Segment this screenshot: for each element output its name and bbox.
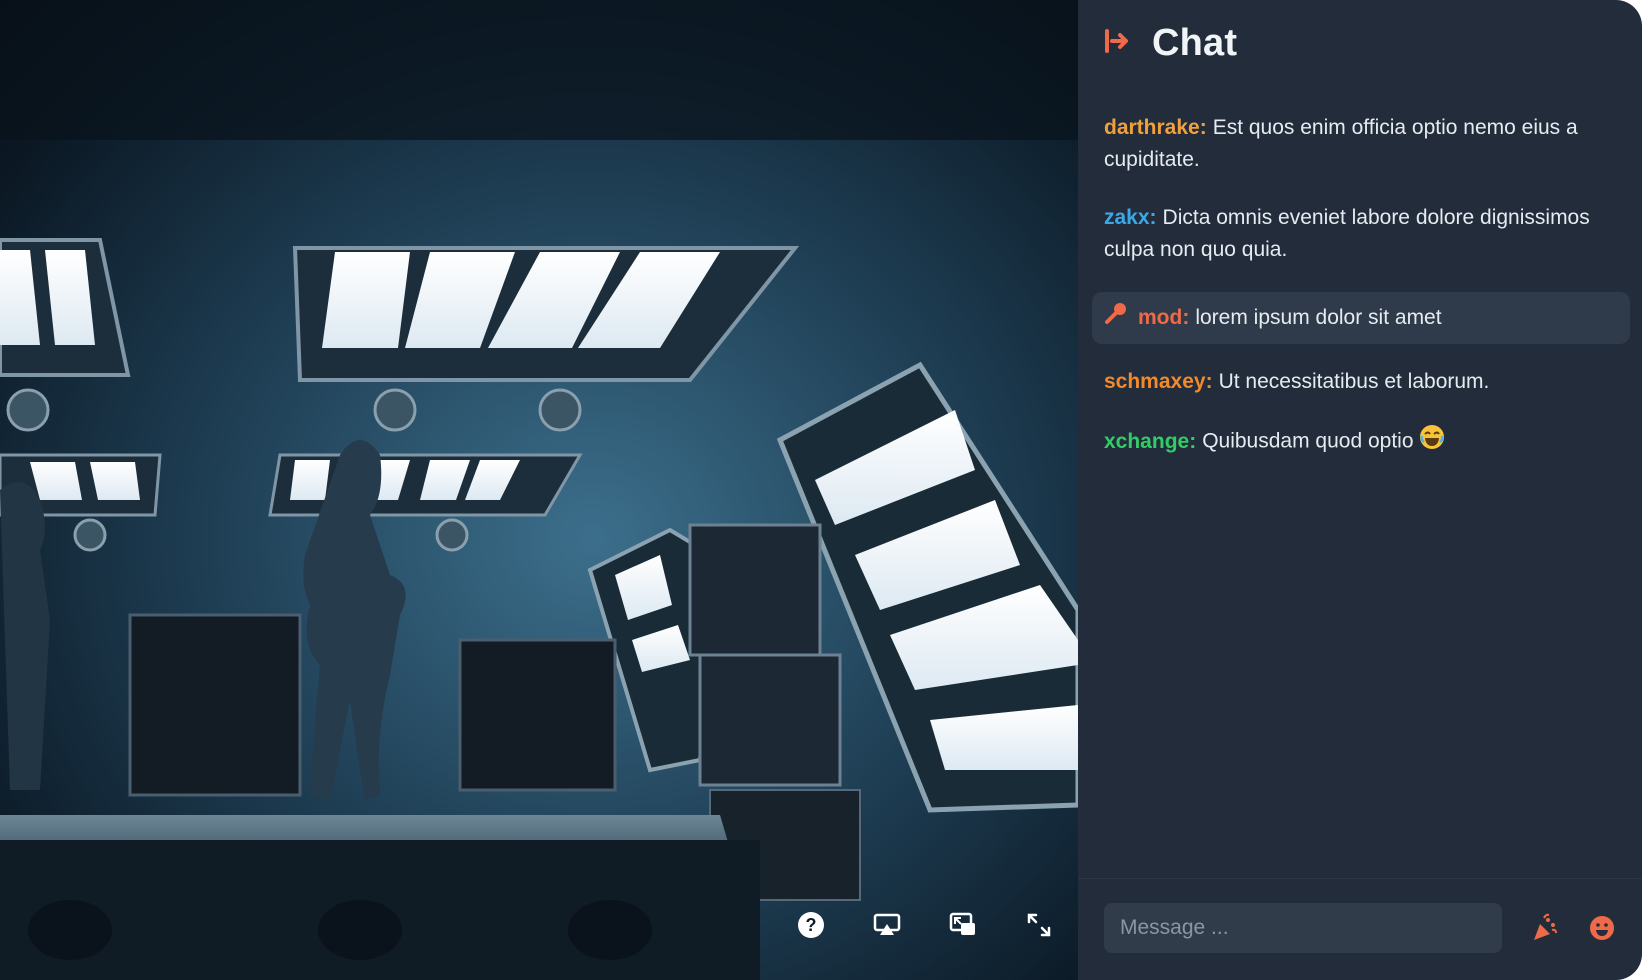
message-text: Quibusdam quod optio — [1202, 429, 1414, 453]
airplay-icon[interactable] — [868, 906, 906, 944]
chat-message: xchange: Quibusdam quod optio — [1104, 424, 1626, 460]
fullscreen-icon[interactable] — [1020, 906, 1058, 944]
chat-header: Chat — [1104, 22, 1237, 65]
message-input[interactable] — [1118, 915, 1482, 941]
chat-message-moderator: mod: lorem ipsum dolor sit amet — [1092, 292, 1630, 344]
message-text: Dicta omnis eveniet labore dolore dignis… — [1104, 206, 1590, 261]
help-icon[interactable]: ? — [792, 906, 830, 944]
chat-message: schmaxey: Ut necessitatibus et laborum. — [1104, 366, 1626, 398]
message-username[interactable]: schmaxey: — [1104, 370, 1213, 393]
message-text: lorem ipsum dolor sit amet — [1195, 306, 1442, 329]
video-controls: ? — [792, 906, 1058, 944]
message-list: darthrake: Est quos enim officia optio ne… — [1092, 112, 1630, 486]
message-username[interactable]: xchange: — [1104, 430, 1196, 453]
svg-text:?: ? — [806, 915, 817, 935]
message-username[interactable]: mod: — [1138, 306, 1189, 329]
composer-divider — [1078, 878, 1642, 879]
emoji-face-icon[interactable] — [1586, 912, 1618, 944]
message-username[interactable]: zakx: — [1104, 206, 1157, 229]
picture-in-picture-icon[interactable] — [944, 906, 982, 944]
chat-title: Chat — [1152, 22, 1238, 64]
chat-message: zakx: Dicta omnis eveniet labore dolore d… — [1104, 202, 1626, 266]
exit-arrow-icon[interactable] — [1104, 28, 1130, 59]
message-text: Ut necessitatibus et laborum. — [1218, 370, 1490, 393]
video-player[interactable]: ? — [0, 0, 1078, 980]
laughing-face-emoji — [1419, 424, 1445, 460]
message-composer — [1104, 903, 1502, 953]
chat-message: darthrake: Est quos enim officia optio ne… — [1104, 112, 1626, 176]
chat-panel: Chat darthrake: Est quos enim officia opt… — [1078, 0, 1642, 980]
party-popper-icon[interactable] — [1528, 912, 1560, 944]
message-username[interactable]: darthrake: — [1104, 116, 1207, 139]
wrench-icon — [1104, 301, 1128, 335]
video-frame — [0, 0, 1078, 980]
